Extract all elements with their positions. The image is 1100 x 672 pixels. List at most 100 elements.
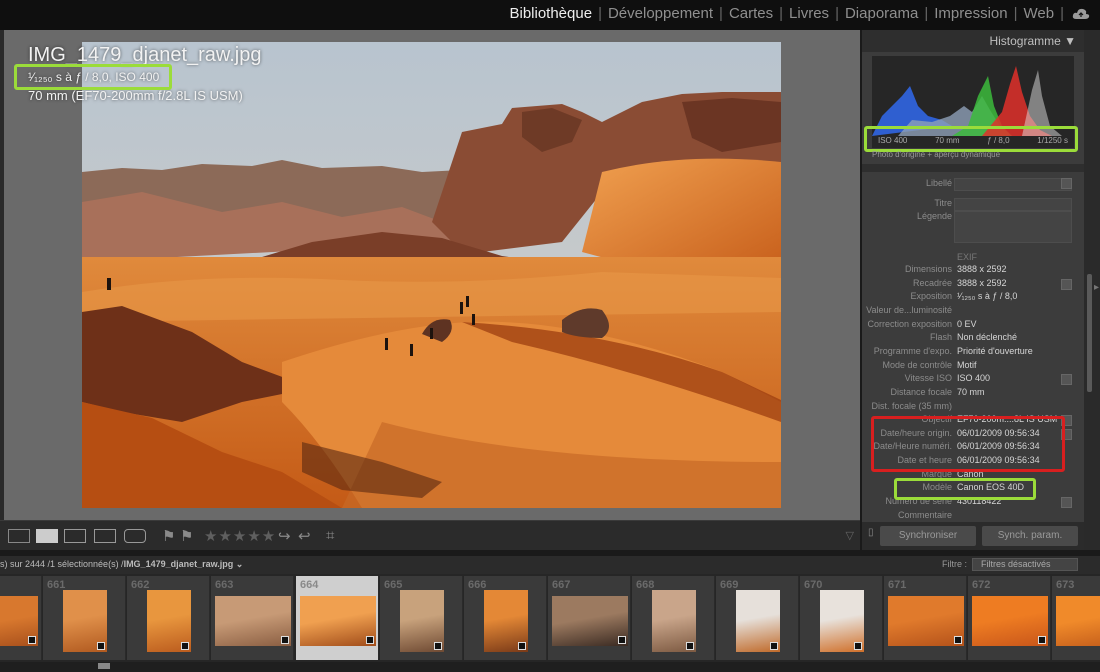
- histogram-source-label: Photo d'origine + aperçu dynamique: [872, 150, 1001, 159]
- edited-badge-icon: [954, 636, 962, 644]
- module-web[interactable]: Web: [1018, 5, 1061, 22]
- exif-value: Priorité d'ouverture: [957, 345, 1033, 356]
- filmstrip-thumbnail[interactable]: 663: [211, 576, 294, 660]
- filmstrip-status-prefix: s) sur 2444 /1 sélectionnée(s) /: [0, 559, 124, 569]
- exif-label: Valeur de...luminosité: [866, 304, 952, 315]
- compare-view-icon[interactable]: [64, 529, 86, 543]
- edited-badge-icon: [1038, 636, 1046, 644]
- flag-icon[interactable]: ⚑: [162, 527, 175, 545]
- filmstrip-thumbnail[interactable]: 671: [884, 576, 967, 660]
- libelle-field[interactable]: [954, 178, 1072, 191]
- filmstrip-thumbnail[interactable]: 669: [716, 576, 799, 660]
- titre-field[interactable]: [954, 198, 1072, 211]
- histogram-header[interactable]: Histogramme ▼: [862, 30, 1084, 52]
- filmstrip-thumbnail[interactable]: 673: [1052, 576, 1100, 660]
- right-panel-scrollbar[interactable]: ▸: [1084, 30, 1100, 550]
- sync-params-button[interactable]: Synch. param.: [982, 526, 1078, 546]
- grid-view-icon[interactable]: [8, 529, 30, 543]
- module-map[interactable]: Cartes: [723, 5, 779, 22]
- exif-row: Correction exposition 0 EV: [862, 319, 1084, 333]
- libelle-menu-button[interactable]: [1061, 178, 1072, 189]
- sync-toggle-icon[interactable]: ▯: [868, 527, 874, 538]
- meta-row-libelle: Libellé: [862, 178, 1084, 192]
- exif-action-button[interactable]: [1061, 278, 1072, 290]
- module-develop[interactable]: Développement: [602, 5, 719, 22]
- exif-row: Programme d'expo. Priorité d'ouverture: [862, 346, 1084, 360]
- thumbnail-image: [1056, 596, 1100, 646]
- exif-label: Dist. focale (35 mm): [871, 400, 952, 411]
- filmstrip-thumbnail[interactable]: [0, 576, 42, 660]
- thumbnail-number: 671: [888, 579, 907, 591]
- filter-dropdown[interactable]: Filtres désactivés: [972, 558, 1078, 571]
- rotate-right-icon[interactable]: ↩: [298, 527, 311, 545]
- edited-badge-icon: [281, 636, 289, 644]
- scroll-thumb[interactable]: [1087, 274, 1092, 392]
- exif-value: 3888 x 2592: [957, 277, 1007, 288]
- thumbnail-number: 667: [552, 579, 571, 591]
- exif-label: Vitesse ISO: [904, 373, 952, 384]
- filmstrip-thumbnail[interactable]: 662: [127, 576, 210, 660]
- filmstrip-thumbnail[interactable]: 666: [464, 576, 547, 660]
- cloud-sync-icon[interactable]: [1072, 7, 1090, 21]
- exif-row: Exposition ¹⁄₁₂₅₀ s à ƒ / 8,0: [862, 291, 1084, 305]
- exif-value: 3888 x 2592: [957, 264, 1007, 274]
- exif-label: Dimensions: [904, 264, 952, 274]
- exif-row: Distance focale 70 mm: [862, 387, 1084, 401]
- legende-field[interactable]: [954, 211, 1072, 243]
- right-panel: Histogramme ▼ ISO 400 70 mm ƒ / 8,0 1/12…: [862, 30, 1084, 550]
- thumbnail-image: [215, 596, 291, 646]
- exif-row: Flash Non déclenché: [862, 332, 1084, 346]
- filmstrip-thumbnail[interactable]: 668: [632, 576, 715, 660]
- module-list: Bibliothèque | Développement | Cartes | Liv…: [503, 5, 1064, 22]
- meta-row-legende: Légende: [862, 211, 1084, 243]
- crop-icon[interactable]: ⌗: [326, 527, 334, 544]
- edited-badge-icon: [434, 642, 442, 650]
- filmstrip-scrollbar[interactable]: [0, 662, 1100, 672]
- edited-badge-icon: [97, 642, 105, 650]
- star-rating[interactable]: ★★★★★: [204, 527, 276, 545]
- filmstrip-scroll-thumb[interactable]: [98, 663, 110, 669]
- histogram-title[interactable]: Histogramme ▼: [989, 34, 1076, 48]
- module-library[interactable]: Bibliothèque: [503, 5, 598, 22]
- filmstrip-thumbnail[interactable]: 672: [968, 576, 1051, 660]
- exif-label: Programme d'expo.: [873, 345, 952, 356]
- filmstrip-thumbnail[interactable]: 670: [800, 576, 883, 660]
- exif-row: Recadrée 3888 x 2592: [862, 278, 1084, 292]
- exif-row: Vitesse ISO ISO 400: [862, 373, 1084, 387]
- reject-flag-icon[interactable]: ⚑: [180, 527, 193, 545]
- loupe-view-icon[interactable]: [36, 529, 58, 543]
- filmstrip-thumbnail[interactable]: 661: [43, 576, 126, 660]
- exif-label: Mode de contrôle: [882, 359, 952, 370]
- filmstrip-thumbnail[interactable]: 664: [296, 576, 379, 660]
- thumbnail-image: [972, 596, 1048, 646]
- edited-badge-icon: [518, 642, 526, 650]
- survey-view-icon[interactable]: [94, 529, 116, 543]
- exif-value: Non déclenché: [957, 332, 1018, 343]
- thumbnail-number: 673: [1056, 579, 1075, 591]
- panel-collapse-arrow-icon[interactable]: ▸: [1094, 282, 1099, 293]
- meta-row-titre: Titre: [862, 198, 1084, 212]
- edited-badge-icon: [770, 642, 778, 650]
- rotate-left-icon[interactable]: ↪: [278, 527, 291, 545]
- module-book[interactable]: Livres: [783, 5, 835, 22]
- exif-value: 0 EV: [957, 318, 977, 329]
- exif-value: 70 mm: [957, 386, 985, 397]
- overlay-lens: 70 mm (EF70-200mm f/2.8L IS USM): [28, 88, 243, 103]
- exif-row: Valeur de...luminosité: [862, 305, 1084, 319]
- filmstrip-thumbnail[interactable]: 667: [548, 576, 631, 660]
- filmstrip-current-file[interactable]: IMG_1479_djanet_raw.jpg ⌄: [124, 559, 244, 569]
- exif-label: Commentaire: [897, 509, 952, 520]
- exif-action-button[interactable]: [1061, 374, 1072, 386]
- module-slideshow[interactable]: Diaporama: [839, 5, 924, 22]
- filmstrip-thumbnail[interactable]: 665: [380, 576, 463, 660]
- people-view-icon[interactable]: [124, 529, 146, 543]
- exif-label: Recadrée: [912, 277, 952, 288]
- exif-row: Dist. focale (35 mm): [862, 401, 1084, 415]
- toolbar-menu-chevron-icon[interactable]: ▽: [846, 529, 854, 542]
- sync-button[interactable]: Synchroniser: [880, 526, 976, 546]
- thumbnail-number: 672: [972, 579, 991, 591]
- exif-action-button[interactable]: [1061, 497, 1072, 509]
- module-print[interactable]: Impression: [928, 5, 1013, 22]
- main-photo[interactable]: [82, 42, 781, 508]
- model-highlight-box: [894, 478, 1036, 500]
